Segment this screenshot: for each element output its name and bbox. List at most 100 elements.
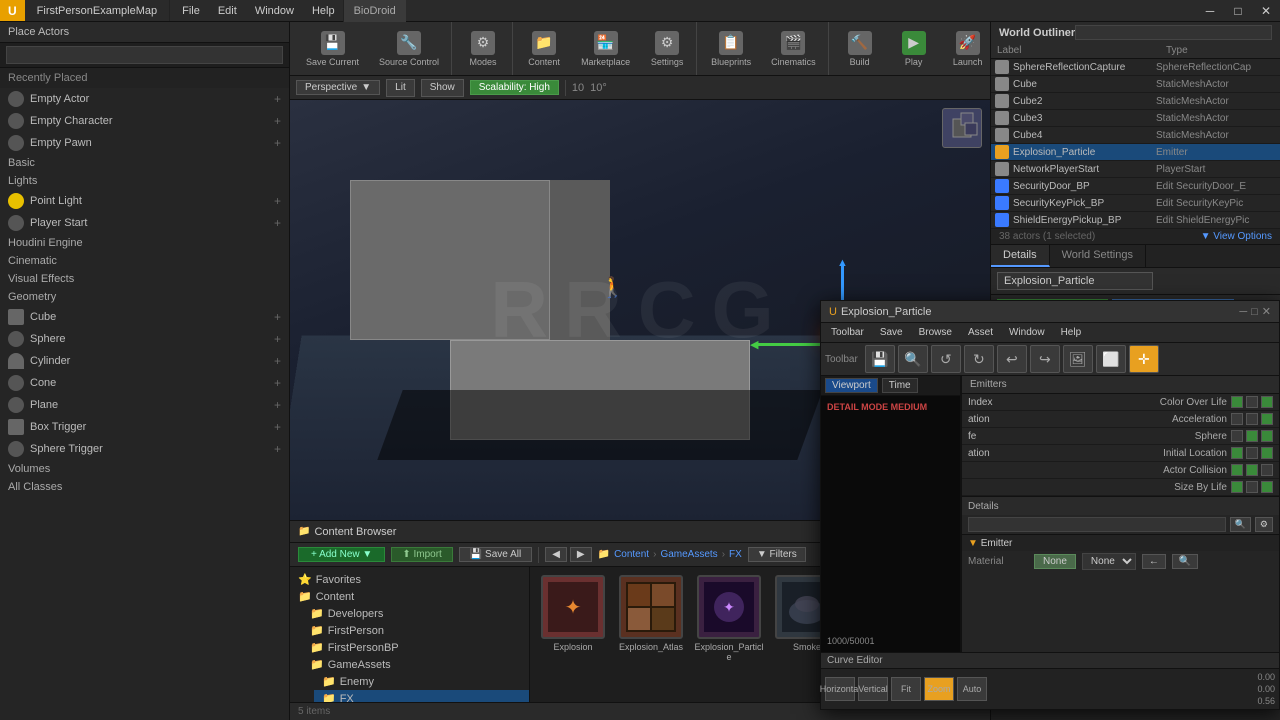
menu-edit[interactable]: Edit — [210, 3, 245, 19]
filters-button[interactable]: ▼ Filters — [748, 547, 806, 562]
minimize-button[interactable]: ─ — [1196, 0, 1224, 22]
perspective-button[interactable]: Perspective ▼ — [296, 80, 380, 95]
tab-world-settings[interactable]: World Settings — [1050, 245, 1146, 267]
settings-button[interactable]: ⚙ Settings — [642, 25, 692, 73]
table-row[interactable]: Cube4 StaticMeshActor — [991, 127, 1280, 144]
path-fx[interactable]: FX — [729, 549, 742, 560]
pe-search-details-input[interactable] — [968, 517, 1226, 532]
place-item-player-start[interactable]: Player Start + — [0, 212, 289, 234]
tree-firstpersonbp[interactable]: 📁 FirstPersonBP — [302, 639, 529, 656]
tree-fx[interactable]: 📁 FX — [314, 690, 529, 702]
scalability-button[interactable]: Scalability: High — [470, 80, 559, 95]
pe-undo-button[interactable]: ↩ — [997, 345, 1027, 373]
pe-emitter-initial-location[interactable]: ation Initial Location — [962, 445, 1279, 462]
menu-file[interactable]: File — [174, 3, 208, 19]
actor-name-input[interactable] — [997, 272, 1153, 290]
path-content[interactable]: Content — [614, 549, 649, 560]
path-gameassets[interactable]: GameAssets — [660, 549, 717, 560]
pe-emitter-acceleration[interactable]: ation Acceleration — [962, 411, 1279, 428]
place-item-empty-actor[interactable]: Empty Actor + — [0, 88, 289, 110]
save-current-button[interactable]: 💾 Save Current — [298, 25, 367, 73]
close-button[interactable]: ✕ — [1252, 0, 1280, 22]
table-row[interactable]: ShieldEnergyPickup_BP Edit ShieldEnergyP… — [991, 212, 1280, 229]
tree-firstperson[interactable]: 📁 FirstPerson — [302, 622, 529, 639]
pe-minimize-button[interactable]: ─ — [1239, 306, 1247, 318]
pe-thumbnail-button[interactable]: 🖼 — [1063, 345, 1093, 373]
launch-button[interactable]: 🚀 Launch — [943, 25, 993, 73]
pe-horizontal-button[interactable]: Horizontal — [825, 677, 855, 701]
pe-emitter-actor-collision[interactable]: Actor Collision — [962, 462, 1279, 479]
outliner-search-input[interactable] — [1075, 25, 1272, 40]
marketplace-button[interactable]: 🏪 Marketplace — [573, 25, 638, 73]
pe-emitter-index[interactable]: Index Color Over Life — [962, 394, 1279, 411]
pe-menu-toolbar[interactable]: Toolbar — [827, 327, 868, 338]
pe-close-button[interactable]: ✕ — [1262, 305, 1271, 318]
table-row[interactable]: Cube StaticMeshActor — [991, 76, 1280, 93]
category-all-classes[interactable]: All Classes — [0, 478, 289, 496]
play-button[interactable]: ▶ Play — [889, 25, 939, 73]
place-item-sphere-trigger[interactable]: Sphere Trigger + — [0, 438, 289, 460]
place-item-sphere[interactable]: Sphere + — [0, 328, 289, 350]
place-item-cylinder[interactable]: Cylinder + — [0, 350, 289, 372]
table-row[interactable]: Cube2 StaticMeshActor — [991, 93, 1280, 110]
pe-material-search-button[interactable]: 🔍 — [1172, 554, 1198, 569]
tree-developers[interactable]: 📁 Developers — [302, 605, 529, 622]
pe-emitter-sphere[interactable]: fe Sphere — [962, 428, 1279, 445]
pe-viewport-btn[interactable]: Viewport — [825, 378, 878, 393]
place-item-cone[interactable]: Cone + — [0, 372, 289, 394]
place-item-point-light[interactable]: Point Light + — [0, 190, 289, 212]
save-all-button[interactable]: 💾 Save All — [459, 547, 532, 562]
modes-button[interactable]: ⚙ Modes — [458, 25, 508, 73]
pe-restart-sim-button[interactable]: ↺ — [931, 345, 961, 373]
cinematics-button[interactable]: 🎬 Cinematics — [763, 25, 824, 73]
pe-menu-save[interactable]: Save — [876, 327, 907, 338]
tree-favorites[interactable]: ⭐ Favorites — [290, 571, 529, 588]
pe-viewport[interactable]: DETAIL MODE MEDIUM 1000/50001 🌿 — [821, 396, 960, 652]
table-row[interactable]: SecurityDoor_BP Edit SecurityDoor_E — [991, 178, 1280, 195]
place-item-empty-character[interactable]: Empty Character + — [0, 110, 289, 132]
pe-fit-button[interactable]: Fit — [891, 677, 921, 701]
pe-restart-level-button[interactable]: ↻ — [964, 345, 994, 373]
pe-menu-browse[interactable]: Browse — [915, 327, 956, 338]
lit-button[interactable]: Lit — [386, 79, 415, 97]
tree-enemy[interactable]: 📁 Enemy — [314, 673, 529, 690]
pe-vertical-button[interactable]: Vertical — [858, 677, 888, 701]
category-volumes[interactable]: Volumes — [0, 460, 289, 478]
editor-tab[interactable]: FirstPersonExampleMap — [25, 0, 170, 21]
maximize-button[interactable]: □ — [1224, 0, 1252, 22]
build-button[interactable]: 🔨 Build — [835, 25, 885, 73]
place-item-cube[interactable]: Cube + — [0, 306, 289, 328]
pe-menu-window[interactable]: Window — [1005, 327, 1049, 338]
pe-menu-asset[interactable]: Asset — [964, 327, 997, 338]
table-row[interactable]: Explosion_Particle Emitter — [991, 144, 1280, 161]
pe-emitter-size-by-life[interactable]: Size By Life — [962, 479, 1279, 496]
place-item-box-trigger[interactable]: Box Trigger + — [0, 416, 289, 438]
table-row[interactable]: Cube3 StaticMeshActor — [991, 110, 1280, 127]
pe-origin-axis-button[interactable]: ✛ — [1129, 345, 1159, 373]
import-button[interactable]: ⬆ Import — [391, 547, 453, 562]
add-new-button[interactable]: + Add New ▼ — [298, 547, 385, 562]
tab-details[interactable]: Details — [991, 245, 1050, 267]
pe-bounds-button[interactable]: ⬜ — [1096, 345, 1126, 373]
menu-help[interactable]: Help — [304, 3, 343, 19]
file-explosion-particle[interactable]: ✦ Explosion_Particle — [694, 575, 764, 662]
view-options-button[interactable]: ▼ View Options — [1201, 231, 1272, 242]
pe-redo-button[interactable]: ↪ — [1030, 345, 1060, 373]
category-cinematic[interactable]: Cinematic — [0, 252, 289, 270]
pe-save-button[interactable]: 💾 — [865, 345, 895, 373]
pe-material-select[interactable]: None — [1082, 553, 1136, 570]
back-button[interactable]: ◀ — [545, 547, 567, 562]
tree-content[interactable]: 📁 Content — [290, 588, 529, 605]
pe-time-btn[interactable]: Time — [882, 378, 918, 393]
category-houdini[interactable]: Houdini Engine — [0, 234, 289, 252]
category-visual-effects[interactable]: Visual Effects — [0, 270, 289, 288]
pe-material-pick-button[interactable]: ← — [1142, 554, 1166, 569]
pe-zoom-button[interactable]: Zoom — [924, 677, 954, 701]
pe-menu-help[interactable]: Help — [1057, 327, 1086, 338]
pe-maximize-button[interactable]: □ — [1251, 306, 1258, 318]
show-button[interactable]: Show — [421, 79, 464, 97]
forward-button[interactable]: ▶ — [570, 547, 592, 562]
blueprints-button[interactable]: 📋 Blueprints — [703, 25, 759, 73]
category-basic[interactable]: Basic — [0, 154, 289, 172]
category-lights[interactable]: Lights — [0, 172, 289, 190]
